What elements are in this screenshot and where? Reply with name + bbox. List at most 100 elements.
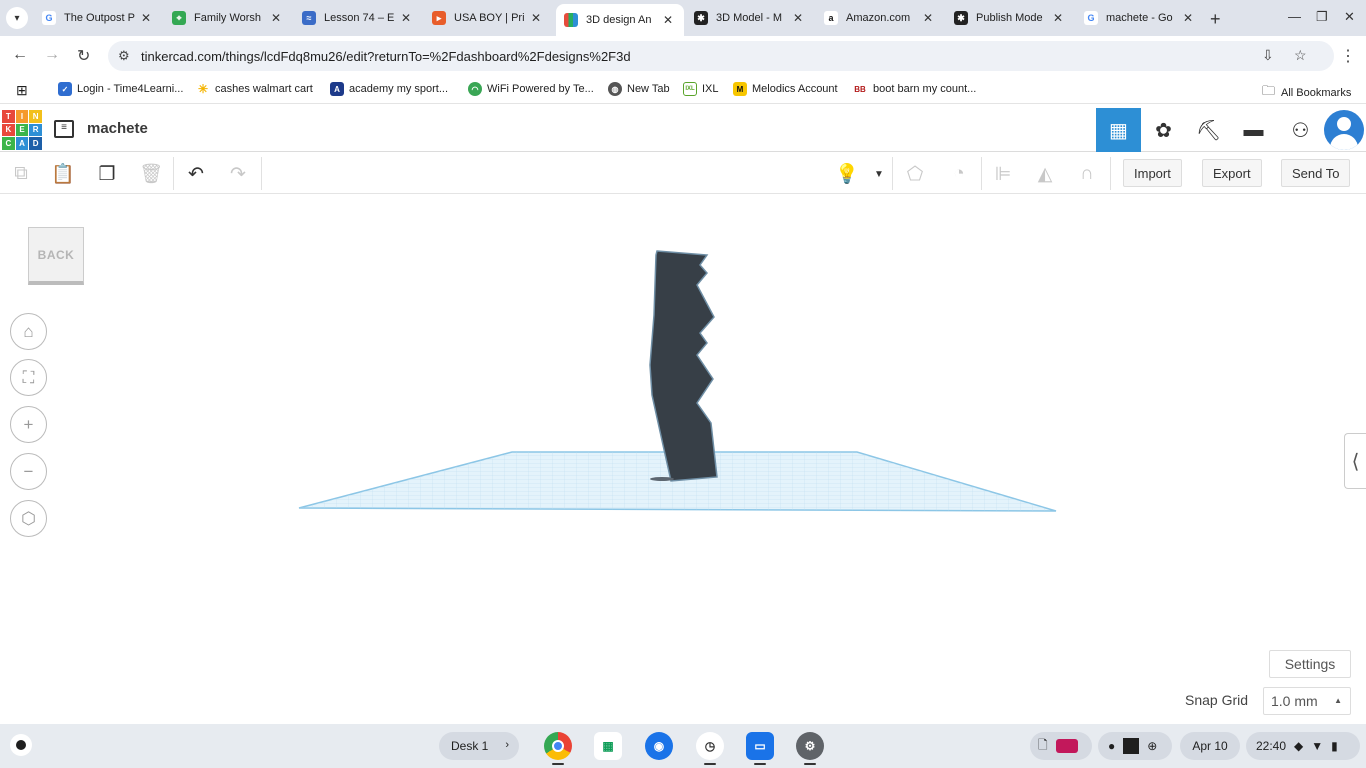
- desk-switcher[interactable]: Desk 1 ›: [439, 732, 519, 760]
- academy-icon: A: [330, 82, 344, 96]
- maps-icon: ⌖: [172, 11, 186, 25]
- close-tab-icon[interactable]: ✕: [138, 11, 154, 25]
- screen-capture-icon: ●: [1108, 739, 1116, 753]
- status-tray[interactable]: 22:40 ◆ ▼ ▮: [1246, 732, 1360, 760]
- redo-icon[interactable]: ↷: [225, 161, 251, 187]
- close-tab-icon[interactable]: ✕: [790, 11, 806, 25]
- globe-icon: ◍: [608, 82, 622, 96]
- snap-grid-label: Snap Grid: [1185, 692, 1249, 708]
- files-app-icon[interactable]: ▭: [746, 732, 774, 760]
- perspective-cube-icon[interactable]: ⬡: [10, 500, 47, 537]
- codeblocks-gear-icon[interactable]: ✿: [1141, 108, 1186, 152]
- settings-button[interactable]: Settings: [1269, 650, 1351, 678]
- paste-icon[interactable]: 📋: [50, 161, 76, 187]
- import-button[interactable]: Import: [1123, 159, 1182, 187]
- 3d-scene[interactable]: [0, 195, 1366, 724]
- stylus-tray[interactable]: ● ⊕: [1098, 732, 1172, 760]
- holding-space-tray[interactable]: 🗋: [1030, 732, 1092, 760]
- browser-tab[interactable]: ≈ Lesson 74 – E ✕: [294, 4, 422, 32]
- bookmark-item[interactable]: M Melodics Account: [733, 82, 838, 96]
- messages-app-icon[interactable]: ◉: [645, 732, 673, 760]
- lightbulb-dropdown-icon[interactable]: ▼: [866, 161, 892, 187]
- shapes-panel-toggle-icon[interactable]: ⟨: [1344, 433, 1366, 489]
- install-app-icon[interactable]: ⇩: [1262, 47, 1274, 64]
- browser-tab[interactable]: ✱ 3D Model - M ✕: [686, 4, 814, 32]
- settings-app-icon[interactable]: ⚙: [796, 732, 824, 760]
- design-list-icon[interactable]: ≡: [54, 120, 74, 138]
- 3d-workspace[interactable]: BACK ⌂ ⛶ + − ⬡ ⟨ Settings Snap Grid 1.0 …: [0, 195, 1366, 724]
- bookmark-item[interactable]: ✳ cashes walmart cart: [196, 82, 313, 96]
- publish-icon: ✱: [954, 11, 968, 25]
- bookmark-star-icon[interactable]: ☆: [1294, 47, 1307, 64]
- fit-view-icon[interactable]: ⛶: [10, 359, 47, 396]
- export-button[interactable]: Export: [1202, 159, 1262, 187]
- view-cube-back[interactable]: BACK: [28, 227, 84, 285]
- user-avatar[interactable]: [1324, 110, 1364, 150]
- copy-icon[interactable]: ⧉: [8, 161, 34, 187]
- align-icon[interactable]: ⊫: [990, 161, 1016, 187]
- home-view-icon[interactable]: ⌂: [10, 313, 47, 350]
- back-arrow-icon[interactable]: ←: [12, 46, 28, 64]
- date-tray[interactable]: Apr 10: [1180, 732, 1240, 760]
- bookmark-item[interactable]: IXL IXL: [683, 82, 719, 96]
- minimize-icon[interactable]: —: [1288, 9, 1301, 24]
- mirror-icon[interactable]: ◭: [1032, 161, 1058, 187]
- zoom-out-icon[interactable]: −: [10, 453, 47, 490]
- close-tab-icon[interactable]: ✕: [920, 11, 936, 25]
- zoom-in-icon[interactable]: +: [10, 406, 47, 443]
- browser-tab[interactable]: ✱ Publish Mode ✕: [946, 4, 1074, 32]
- close-tab-icon[interactable]: ✕: [1180, 11, 1196, 25]
- bookmarks-bar: ⊞ ✓ Login - Time4Learni... ✳ cashes walm…: [0, 76, 1366, 104]
- send-to-button[interactable]: Send To: [1281, 159, 1351, 187]
- clock-app-icon[interactable]: ◷: [696, 732, 724, 760]
- new-tab-button[interactable]: +: [1210, 9, 1221, 30]
- bookmark-item[interactable]: ✓ Login - Time4Learni...: [58, 82, 183, 96]
- browser-tab[interactable]: a Amazon.com ✕: [816, 4, 944, 32]
- cruise-magnet-icon[interactable]: ∩: [1074, 161, 1100, 187]
- group-icon[interactable]: ⬠: [902, 161, 928, 187]
- browser-tab[interactable]: G The Outpost P ✕: [34, 4, 162, 32]
- invite-user-icon[interactable]: ⚇: [1278, 108, 1323, 152]
- launcher-button[interactable]: [10, 734, 32, 756]
- minecraft-pickaxe-icon[interactable]: ⛏: [1186, 108, 1231, 152]
- restore-icon[interactable]: ❐: [1316, 9, 1328, 25]
- close-tab-icon[interactable]: ✕: [268, 11, 284, 25]
- all-bookmarks-button[interactable]: 🗀 All Bookmarks: [1262, 82, 1351, 104]
- tinkercad-logo[interactable]: T I N K E R C A D: [2, 110, 42, 150]
- bookmark-item[interactable]: BB boot barn my count...: [852, 82, 976, 96]
- url-omnibox[interactable]: ⚙ tinkercad.com/things/lcdFdq8mu26/edit?…: [108, 41, 1334, 71]
- browser-tab[interactable]: ⌖ Family Worsh ✕: [164, 4, 292, 32]
- url-text[interactable]: tinkercad.com/things/lcdFdq8mu26/edit?re…: [141, 49, 631, 64]
- undo-icon[interactable]: ↶: [183, 161, 209, 187]
- design-title[interactable]: machete: [87, 120, 148, 137]
- 3d-view-grid-icon[interactable]: ▦: [1096, 108, 1141, 152]
- bricks-icon[interactable]: ▬: [1231, 108, 1276, 152]
- site-info-icon[interactable]: ⚙: [118, 48, 130, 64]
- apps-grid-icon[interactable]: ⊞: [16, 82, 28, 99]
- add-circle-icon: ⊕: [1147, 739, 1158, 753]
- duplicate-icon[interactable]: ❐: [94, 161, 120, 187]
- bootbarn-icon: BB: [852, 82, 868, 96]
- tab-search-icon[interactable]: ▾: [6, 7, 28, 29]
- bookmark-item[interactable]: ◠ WiFi Powered by Te...: [468, 82, 594, 96]
- delete-icon[interactable]: 🗑: [138, 161, 164, 187]
- sheets-app-icon[interactable]: ▦: [594, 732, 622, 760]
- browser-menu-icon[interactable]: ⋮: [1340, 46, 1356, 66]
- browser-tab[interactable]: ▸ USA BOY | Pri ✕: [424, 4, 552, 32]
- bookmark-item[interactable]: A academy my sport...: [330, 82, 448, 96]
- close-window-icon[interactable]: ✕: [1344, 9, 1355, 25]
- browser-tab-active[interactable]: 3D design An ✕: [556, 4, 684, 36]
- lightbulb-icon[interactable]: 💡: [834, 161, 860, 187]
- reload-icon[interactable]: ↻: [77, 46, 90, 66]
- network-icon: ◆: [1294, 739, 1304, 753]
- snap-grid-select[interactable]: 1.0 mm ▲: [1263, 687, 1351, 715]
- forward-arrow-icon[interactable]: →: [44, 46, 60, 64]
- browser-tab[interactable]: G machete - Go ✕: [1076, 4, 1204, 32]
- close-tab-icon[interactable]: ✕: [660, 13, 676, 27]
- close-tab-icon[interactable]: ✕: [1050, 11, 1066, 25]
- ungroup-icon[interactable]: ◔: [946, 161, 972, 187]
- bookmark-item[interactable]: ◍ New Tab: [608, 82, 670, 96]
- chrome-app-icon[interactable]: [544, 732, 572, 760]
- close-tab-icon[interactable]: ✕: [528, 11, 544, 25]
- close-tab-icon[interactable]: ✕: [398, 11, 414, 25]
